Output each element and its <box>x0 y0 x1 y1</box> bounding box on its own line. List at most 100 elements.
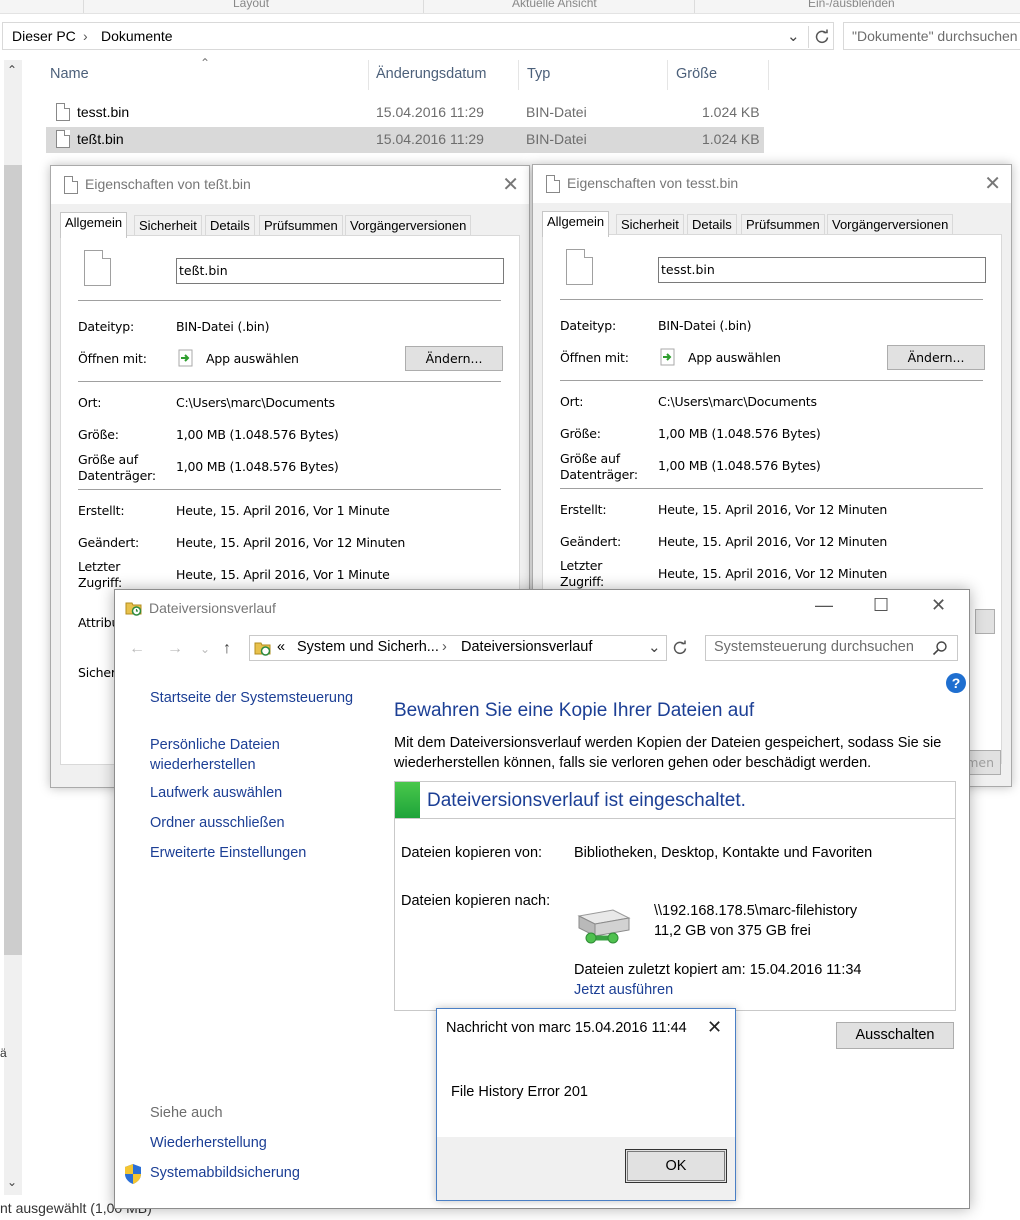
link-system-image-backup[interactable]: Systemabbildsicherung <box>150 1165 300 1181</box>
tab-security[interactable]: Sicherheit <box>616 214 684 235</box>
file-name: tesst.bin <box>77 104 130 120</box>
column-header-name[interactable]: Name <box>50 66 89 82</box>
close-icon[interactable]: ✕ <box>502 172 519 197</box>
value-openwith: App auswählen <box>688 350 781 365</box>
title-bar[interactable]: Eigenschaften von teßt.bin ✕ <box>51 166 529 204</box>
divider <box>78 489 501 490</box>
message-title: Nachricht von marc 15.04.2016 11:44 <box>446 1020 687 1036</box>
search-placeholder: "Dokumente" durchsuchen <box>852 28 1018 44</box>
label-modified: Geändert: <box>78 535 140 550</box>
link-control-panel-home[interactable]: Startseite der Systemsteuerung <box>150 690 353 706</box>
link-advanced-settings[interactable]: Erweiterte Einstellungen <box>150 845 306 861</box>
breadcrumb-documents[interactable]: Dokumente <box>101 28 173 44</box>
breadcrumb-separator-icon[interactable]: › <box>442 639 447 655</box>
value-location: C:\Users\marc\Documents <box>176 395 335 410</box>
refresh-button[interactable] <box>808 26 832 48</box>
divider <box>560 380 983 381</box>
breadcrumb-this-pc[interactable]: Dieser PC <box>12 28 76 44</box>
label-size: Größe: <box>78 427 119 442</box>
tab-details[interactable]: Details <box>205 215 255 236</box>
run-now-link[interactable]: Jetzt ausführen <box>574 982 673 998</box>
network-drive-icon <box>577 909 631 944</box>
file-date: 15.04.2016 11:29 <box>376 131 484 147</box>
filename-field[interactable]: tesst.bin <box>658 257 986 283</box>
recent-chevron-icon[interactable]: ⌄ <box>200 642 210 656</box>
back-arrow-icon[interactable]: ← <box>129 640 145 658</box>
tab-previous-versions[interactable]: Vorgängerversionen <box>345 215 472 236</box>
search-icon[interactable] <box>932 640 948 656</box>
scroll-down-icon[interactable]: ⌄ <box>7 1175 17 1189</box>
tab-security[interactable]: Sicherheit <box>134 215 202 236</box>
label-copy-to: Dateien kopieren nach: <box>401 893 551 909</box>
chevron-down-icon[interactable]: ⌄ <box>648 638 661 656</box>
ribbon-group-current-view: Aktuelle Ansicht <box>512 0 597 10</box>
label-accessed: Letzter Zugriff: <box>78 559 122 590</box>
file-icon <box>64 176 78 194</box>
status-panel: Dateiversionsverlauf ist eingeschaltet. … <box>394 781 956 1011</box>
partial-button[interactable] <box>975 609 995 634</box>
breadcrumb-system-security[interactable]: System und Sicherh... <box>297 639 439 655</box>
tab-previous-versions[interactable]: Vorgängerversionen <box>827 214 954 235</box>
scrollbar-thumb[interactable] <box>4 165 22 955</box>
divider <box>560 488 983 489</box>
control-panel-search-input[interactable]: Systemsteuerung durchsuchen <box>705 635 958 661</box>
refresh-icon[interactable] <box>672 640 688 656</box>
close-icon[interactable]: ✕ <box>931 595 946 616</box>
link-exclude-folders[interactable]: Ordner ausschließen <box>150 815 285 831</box>
column-separator[interactable] <box>768 60 769 90</box>
value-size: 1,00 MB (1.048.576 Bytes) <box>658 426 821 441</box>
file-row-selected[interactable]: teßt.bin 15.04.2016 11:29 BIN-Datei 1.02… <box>46 127 764 153</box>
tab-general[interactable]: Allgemein <box>542 211 610 237</box>
column-header-size[interactable]: Größe <box>676 66 717 82</box>
file-size: 1.024 KB <box>702 131 760 147</box>
column-separator[interactable] <box>368 60 369 90</box>
label-modified: Geändert: <box>560 534 622 549</box>
search-input[interactable]: "Dokumente" durchsuchen <box>843 22 1020 50</box>
breadcrumb-file-history[interactable]: Dateiversionsverlauf <box>461 639 592 655</box>
label-security: Sicher <box>78 665 116 680</box>
chevron-down-icon[interactable]: ⌄ <box>787 27 800 45</box>
value-disksize: 1,00 MB (1.048.576 Bytes) <box>176 459 339 474</box>
link-recovery[interactable]: Wiederherstellung <box>150 1135 267 1151</box>
title-bar[interactable]: Eigenschaften von tesst.bin ✕ <box>533 165 1011 203</box>
forward-arrow-icon[interactable]: → <box>167 640 183 658</box>
maximize-icon[interactable]: ☐ <box>873 595 889 616</box>
column-header-type[interactable]: Typ <box>527 66 550 82</box>
tab-checksums[interactable]: Prüfsummen <box>741 214 825 235</box>
file-icon <box>546 175 560 193</box>
scroll-up-icon[interactable]: ⌃ <box>7 63 17 77</box>
divider <box>560 299 983 300</box>
label-filetype: Dateityp: <box>560 318 616 333</box>
control-panel-address-bar[interactable]: « System und Sicherh... › Dateiversionsv… <box>249 635 687 661</box>
change-button[interactable]: Ändern... <box>405 346 503 371</box>
filename-field[interactable]: teßt.bin <box>176 258 504 284</box>
turn-off-button[interactable]: Ausschalten <box>836 1022 954 1049</box>
minimize-icon[interactable]: — <box>815 595 833 616</box>
breadcrumb-separator-icon[interactable]: › <box>83 28 88 44</box>
up-arrow-icon[interactable]: ↑ <box>223 640 231 658</box>
help-icon[interactable]: ? <box>945 672 967 694</box>
breadcrumb-overflow-icon[interactable]: « <box>277 639 285 655</box>
column-header-date[interactable]: Änderungsdatum <box>376 66 486 82</box>
column-separator[interactable] <box>518 60 519 90</box>
file-large-icon <box>566 249 593 285</box>
tab-details[interactable]: Details <box>687 214 737 235</box>
drive-free-space: 11,2 GB von 375 GB frei <box>654 923 811 939</box>
ribbon-separator <box>423 0 424 13</box>
file-type: BIN-Datei <box>526 131 587 147</box>
column-separator[interactable] <box>667 60 668 90</box>
tab-general[interactable]: Allgemein <box>60 212 128 238</box>
close-icon[interactable]: ✕ <box>707 1017 722 1038</box>
value-accessed: Heute, 15. April 2016, Vor 12 Minuten <box>658 566 888 581</box>
link-select-drive[interactable]: Laufwerk auswählen <box>150 785 282 801</box>
file-row[interactable]: tesst.bin 15.04.2016 11:29 BIN-Datei 1.0… <box>46 100 764 126</box>
ok-button[interactable]: OK <box>625 1149 727 1183</box>
address-bar[interactable]: Dieser PC › Dokumente ⌄ <box>2 22 834 50</box>
close-icon[interactable]: ✕ <box>984 171 1001 196</box>
dialog-title: Eigenschaften von teßt.bin <box>85 176 251 192</box>
change-button[interactable]: Ändern... <box>887 345 985 370</box>
link-restore-personal-files[interactable]: Persönliche Dateien wiederherstellen <box>150 735 280 775</box>
svg-text:?: ? <box>952 675 961 691</box>
tab-checksums[interactable]: Prüfsummen <box>259 215 343 236</box>
file-date: 15.04.2016 11:29 <box>376 104 484 120</box>
